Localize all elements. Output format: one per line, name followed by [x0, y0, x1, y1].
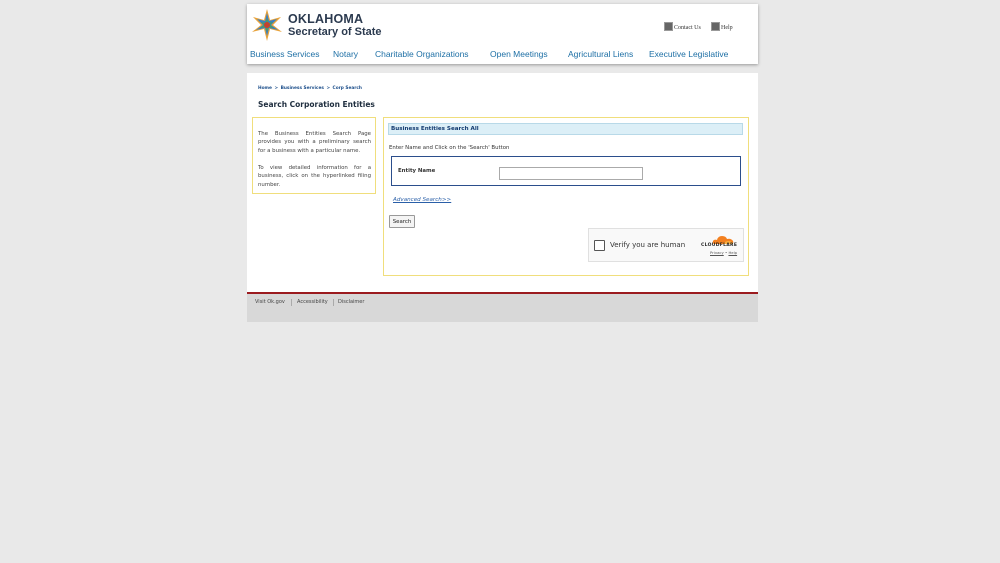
entity-name-label: Entity Name [398, 168, 436, 174]
nav-executive-legislative[interactable]: Executive Legislative [649, 49, 728, 59]
contact-us-link[interactable]: Contact Us [664, 22, 701, 31]
breadcrumb-business-services[interactable]: Business Services [281, 86, 324, 91]
search-panel-header: Business Entities Search All [388, 123, 743, 135]
help-icon [711, 22, 720, 31]
search-instructions: Enter Name and Click on the 'Search' But… [389, 145, 510, 151]
captcha-link-separator: • [724, 250, 728, 255]
page-title: Search Corporation Entities [258, 100, 375, 109]
footer-link-visit-okgov[interactable]: Visit Ok.gov [255, 299, 285, 305]
footer-divider [291, 299, 292, 306]
entity-name-input[interactable] [499, 167, 643, 180]
breadcrumb-separator: > [326, 86, 331, 91]
cloudflare-captcha-widget: Verify you are human CLOUDFLARE Privacy … [588, 228, 744, 262]
contact-icon [664, 22, 673, 31]
advanced-search-link[interactable]: Advanced Search>> [393, 197, 451, 203]
contact-us-label: Contact Us [674, 25, 701, 31]
footer-link-disclaimer[interactable]: Disclaimer [338, 299, 364, 305]
info-paragraph-2: To view detailed information for a busin… [258, 165, 371, 188]
footer-divider [333, 299, 334, 306]
breadcrumb-separator: > [274, 86, 279, 91]
captcha-help-link[interactable]: Help [728, 250, 737, 255]
logo-text-oklahoma: OKLAHOMA [288, 12, 364, 26]
site-footer: Visit Ok.gov Accessibility Disclaimer [247, 294, 758, 322]
search-panel-title: Business Entities Search All [391, 126, 479, 132]
captcha-privacy-link[interactable]: Privacy [710, 250, 724, 255]
search-button[interactable]: Search [389, 215, 415, 228]
info-paragraph-1: The Business Entities Search Page provid… [258, 131, 371, 154]
entity-name-group: Entity Name [391, 156, 741, 186]
captcha-label: Verify you are human [610, 241, 686, 249]
breadcrumb-current: Corp Search [332, 86, 362, 91]
site-header: OKLAHOMA Secretary of State Contact Us H… [247, 4, 758, 64]
nav-notary[interactable]: Notary [333, 49, 358, 59]
breadcrumb-home[interactable]: Home [258, 86, 272, 91]
captcha-checkbox[interactable] [594, 240, 605, 251]
nav-business-services[interactable]: Business Services [250, 49, 319, 59]
footer-link-accessibility[interactable]: Accessibility [297, 299, 328, 305]
oklahoma-star-logo-icon [252, 9, 282, 41]
nav-open-meetings[interactable]: Open Meetings [490, 49, 548, 59]
logo-text-secretary: Secretary of State [288, 26, 382, 38]
nav-charitable-organizations[interactable]: Charitable Organizations [375, 49, 469, 59]
main-nav: Business Services Notary Charitable Orga… [247, 49, 758, 61]
nav-agricultural-liens[interactable]: Agricultural Liens [568, 49, 633, 59]
help-link[interactable]: Help [711, 22, 733, 31]
site-logo[interactable]: OKLAHOMA Secretary of State [250, 9, 385, 41]
cloudflare-brand: CLOUDFLARE [701, 243, 738, 248]
breadcrumb: Home > Business Services > Corp Search [258, 86, 363, 91]
help-label: Help [721, 25, 733, 31]
main-content: Home > Business Services > Corp Search S… [247, 73, 758, 292]
info-panel: The Business Entities Search Page provid… [252, 117, 376, 194]
captcha-links: Privacy • Help [710, 250, 737, 255]
search-panel: Business Entities Search All Enter Name … [383, 117, 749, 276]
